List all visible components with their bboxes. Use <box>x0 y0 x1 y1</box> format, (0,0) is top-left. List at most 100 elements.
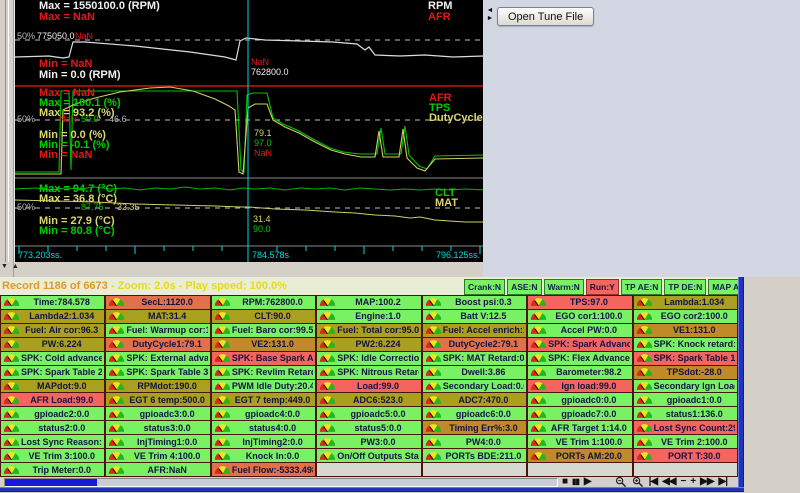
gauge-cell[interactable]: VE Trim 2:100.0 <box>634 435 737 448</box>
fast-forward-button[interactable]: ▶▶ <box>700 476 713 487</box>
gauge-cell[interactable]: EGT 6 temp:500.0 <box>106 393 209 406</box>
gauge-cell[interactable]: ADC6:523.0 <box>317 393 420 406</box>
gauge-cell[interactable]: InjTiming2:0.0 <box>212 435 315 448</box>
gauge-cell[interactable]: VE Trim 3:100.0 <box>1 449 104 462</box>
gauge-cell[interactable]: PW4:0.0 <box>423 435 526 448</box>
gauge-cell[interactable]: status5:0.0 <box>317 421 420 434</box>
collapse-up-icon[interactable]: ▲ <box>12 263 20 270</box>
gauge-cell[interactable]: On/Off Outputs Status <box>317 449 420 462</box>
pause-button[interactable]: ▮▮ <box>572 476 579 487</box>
gauge-cell[interactable]: TPS:97.0 <box>528 296 631 309</box>
left-splitter-strip[interactable] <box>0 0 14 277</box>
gauge-cell[interactable]: VE2:131.0 <box>212 338 315 351</box>
gauge-cell[interactable]: gpioadc4:0.0 <box>212 407 315 420</box>
gauge-cell[interactable]: PW2:6.224 <box>317 338 420 351</box>
gauge-cell[interactable]: SPK: Spark Table 2:0.0 <box>1 366 104 379</box>
rewind-button[interactable]: ◀◀ <box>662 476 675 487</box>
gauge-cell[interactable]: Dwell:3.86 <box>423 366 526 379</box>
gauge-cell[interactable]: Load:99.0 <box>317 380 420 393</box>
gauge-cell[interactable]: SPK: Idle Correction A <box>317 352 420 365</box>
gauge-cell[interactable]: status1:136.0 <box>634 407 737 420</box>
gauge-cell[interactable]: status2:0.0 <box>1 421 104 434</box>
gauge-cell[interactable]: gpioadc3:0.0 <box>106 407 209 420</box>
gauge-cell[interactable]: Timing Err%:3.0 <box>423 421 526 434</box>
gauge-cell[interactable]: SPK: Knock retard:0.0 <box>634 338 737 351</box>
gauge-cell[interactable]: gpioadc7:0.0 <box>528 407 631 420</box>
gauge-cell[interactable]: gpioadc6:0.0 <box>423 407 526 420</box>
gauge-cell[interactable]: PW:6.224 <box>1 338 104 351</box>
gauge-cell[interactable]: status4:0.0 <box>212 421 315 434</box>
gauge-cell[interactable]: SPK: MAT Retard:0.0 <box>423 352 526 365</box>
gauge-cell[interactable]: PWM Idle Duty:20.4 <box>212 380 315 393</box>
stop-button[interactable]: ■ <box>562 476 567 487</box>
gauge-cell[interactable]: VE Trim 4:100.0 <box>106 449 209 462</box>
gauge-cell[interactable]: SPK: Nitrous Retard:0.0 <box>317 366 420 379</box>
gauge-cell[interactable]: EGT 7 temp:449.0 <box>212 393 315 406</box>
gauge-cell[interactable]: Secondary Load:0.0 <box>423 380 526 393</box>
gauge-cell[interactable]: PORTs AM:20.0 <box>528 449 631 462</box>
gauge-cell[interactable]: Fuel: Warmup cor:100. <box>106 324 209 337</box>
gauge-cell[interactable]: Trip Meter:0.0 <box>1 463 104 476</box>
gauge-cell[interactable]: Boost psi:0.3 <box>423 296 526 309</box>
gauge-cell[interactable]: VE1:131.0 <box>634 324 737 337</box>
gauge-cell[interactable]: Batt V:12.5 <box>423 310 526 323</box>
speed-plus-button[interactable]: + <box>690 476 695 487</box>
gauge-cell[interactable]: SPK: Revlim Retard:0.0 <box>212 366 315 379</box>
splitter-right-icon[interactable]: ► <box>485 15 495 23</box>
gauge-cell[interactable]: ADC7:470.0 <box>423 393 526 406</box>
gauge-cell[interactable]: Knock In:0.0 <box>212 449 315 462</box>
gauge-cell[interactable]: PW3:0.0 <box>317 435 420 448</box>
gauge-cell[interactable]: AFR:NaN <box>106 463 209 476</box>
gauge-cell[interactable]: Fuel: Baro cor:99.5 <box>212 324 315 337</box>
gauge-cell[interactable]: status3:0.0 <box>106 421 209 434</box>
gauge-cell[interactable]: Barometer:98.2 <box>528 366 631 379</box>
gauge-cell[interactable]: Lambda2:1.034 <box>1 310 104 323</box>
gauge-cell[interactable]: Accel PW:0.0 <box>528 324 631 337</box>
gauge-cell[interactable]: SPK: Flex Advance:0.0 <box>528 352 631 365</box>
gauge-cell[interactable]: Fuel: Accel enrich:100 <box>423 324 526 337</box>
gauge-cell[interactable]: Fuel: Air cor:96.3 <box>1 324 104 337</box>
gauge-cell[interactable]: gpioadc2:0.0 <box>1 407 104 420</box>
play-button[interactable]: ▶ <box>584 476 591 487</box>
gauge-cell[interactable]: TPSdot:-28.0 <box>634 366 737 379</box>
gauge-cell[interactable]: VE Trim 1:100.0 <box>528 435 631 448</box>
gauge-cell[interactable]: Lost Sync Count:29.0 <box>634 421 737 434</box>
gauge-cell[interactable]: MAPdot:9.0 <box>1 380 104 393</box>
gauge-cell[interactable]: EGO cor2:100.0 <box>634 310 737 323</box>
gauge-cell[interactable]: MAT:31.4 <box>106 310 209 323</box>
gauge-cell[interactable]: DutyCycle1:79.1 <box>106 338 209 351</box>
gauge-cell[interactable]: RPM:762800.0 <box>212 296 315 309</box>
gauge-cell[interactable]: SPK: Cold advance:0.0 <box>1 352 104 365</box>
skip-end-button[interactable]: ▶| <box>719 476 728 487</box>
zoom-in-icon[interactable] <box>632 476 644 488</box>
gauge-cell[interactable]: PORT T:30.0 <box>634 449 737 462</box>
collapse-down-icon[interactable]: ▼ <box>1 263 9 270</box>
gauge-cell[interactable]: Secondary Ign Load:0. <box>634 380 737 393</box>
gauge-cell[interactable]: CLT:90.0 <box>212 310 315 323</box>
gauge-cell[interactable]: gpioadc0:0.0 <box>528 393 631 406</box>
zoom-out-icon[interactable] <box>615 476 627 488</box>
gauge-cell[interactable]: Engine:1.0 <box>317 310 420 323</box>
log-chart-canvas[interactable]: Max = 1550100.0 (RPM) Max = NaN 50% 7750… <box>14 0 483 262</box>
gauge-cell[interactable]: RPMdot:190.0 <box>106 380 209 393</box>
gauge-cell[interactable]: PORTs BDE:211.0 <box>423 449 526 462</box>
gauge-cell[interactable]: InjTiming1:0.0 <box>106 435 209 448</box>
collapse-arrows[interactable]: ▼ ▲ <box>1 263 20 270</box>
speed-minus-button[interactable]: − <box>680 476 685 487</box>
gauge-cell[interactable]: SPK: Spark Table 3:0.0 <box>106 366 209 379</box>
gauge-cell[interactable]: SecL:1120.0 <box>106 296 209 309</box>
playback-progress-bar[interactable] <box>4 478 558 487</box>
gauge-cell[interactable]: gpioadc1:0.0 <box>634 393 737 406</box>
skip-start-button[interactable]: |◀ <box>649 476 658 487</box>
gauge-cell[interactable]: EGO cor1:100.0 <box>528 310 631 323</box>
splitter-left-icon[interactable]: ◄ <box>485 7 495 15</box>
gauge-cell[interactable]: Ign load:99.0 <box>528 380 631 393</box>
gauge-cell[interactable]: SPK: Base Spark Adv <box>212 352 315 365</box>
gauge-cell[interactable]: Lambda:1.034 <box>634 296 737 309</box>
gauge-cell[interactable]: SPK: Spark Table 1:27 <box>634 352 737 365</box>
gauge-cell[interactable]: AFR Target 1:14.0 <box>528 421 631 434</box>
gauge-cell[interactable]: gpioadc5:0.0 <box>317 407 420 420</box>
gauge-cell[interactable]: Fuel Flow:-5333.498 <box>212 463 315 476</box>
open-tune-file-button[interactable]: Open Tune File <box>497 7 594 26</box>
gauge-cell[interactable]: AFR Load:99.0 <box>1 393 104 406</box>
